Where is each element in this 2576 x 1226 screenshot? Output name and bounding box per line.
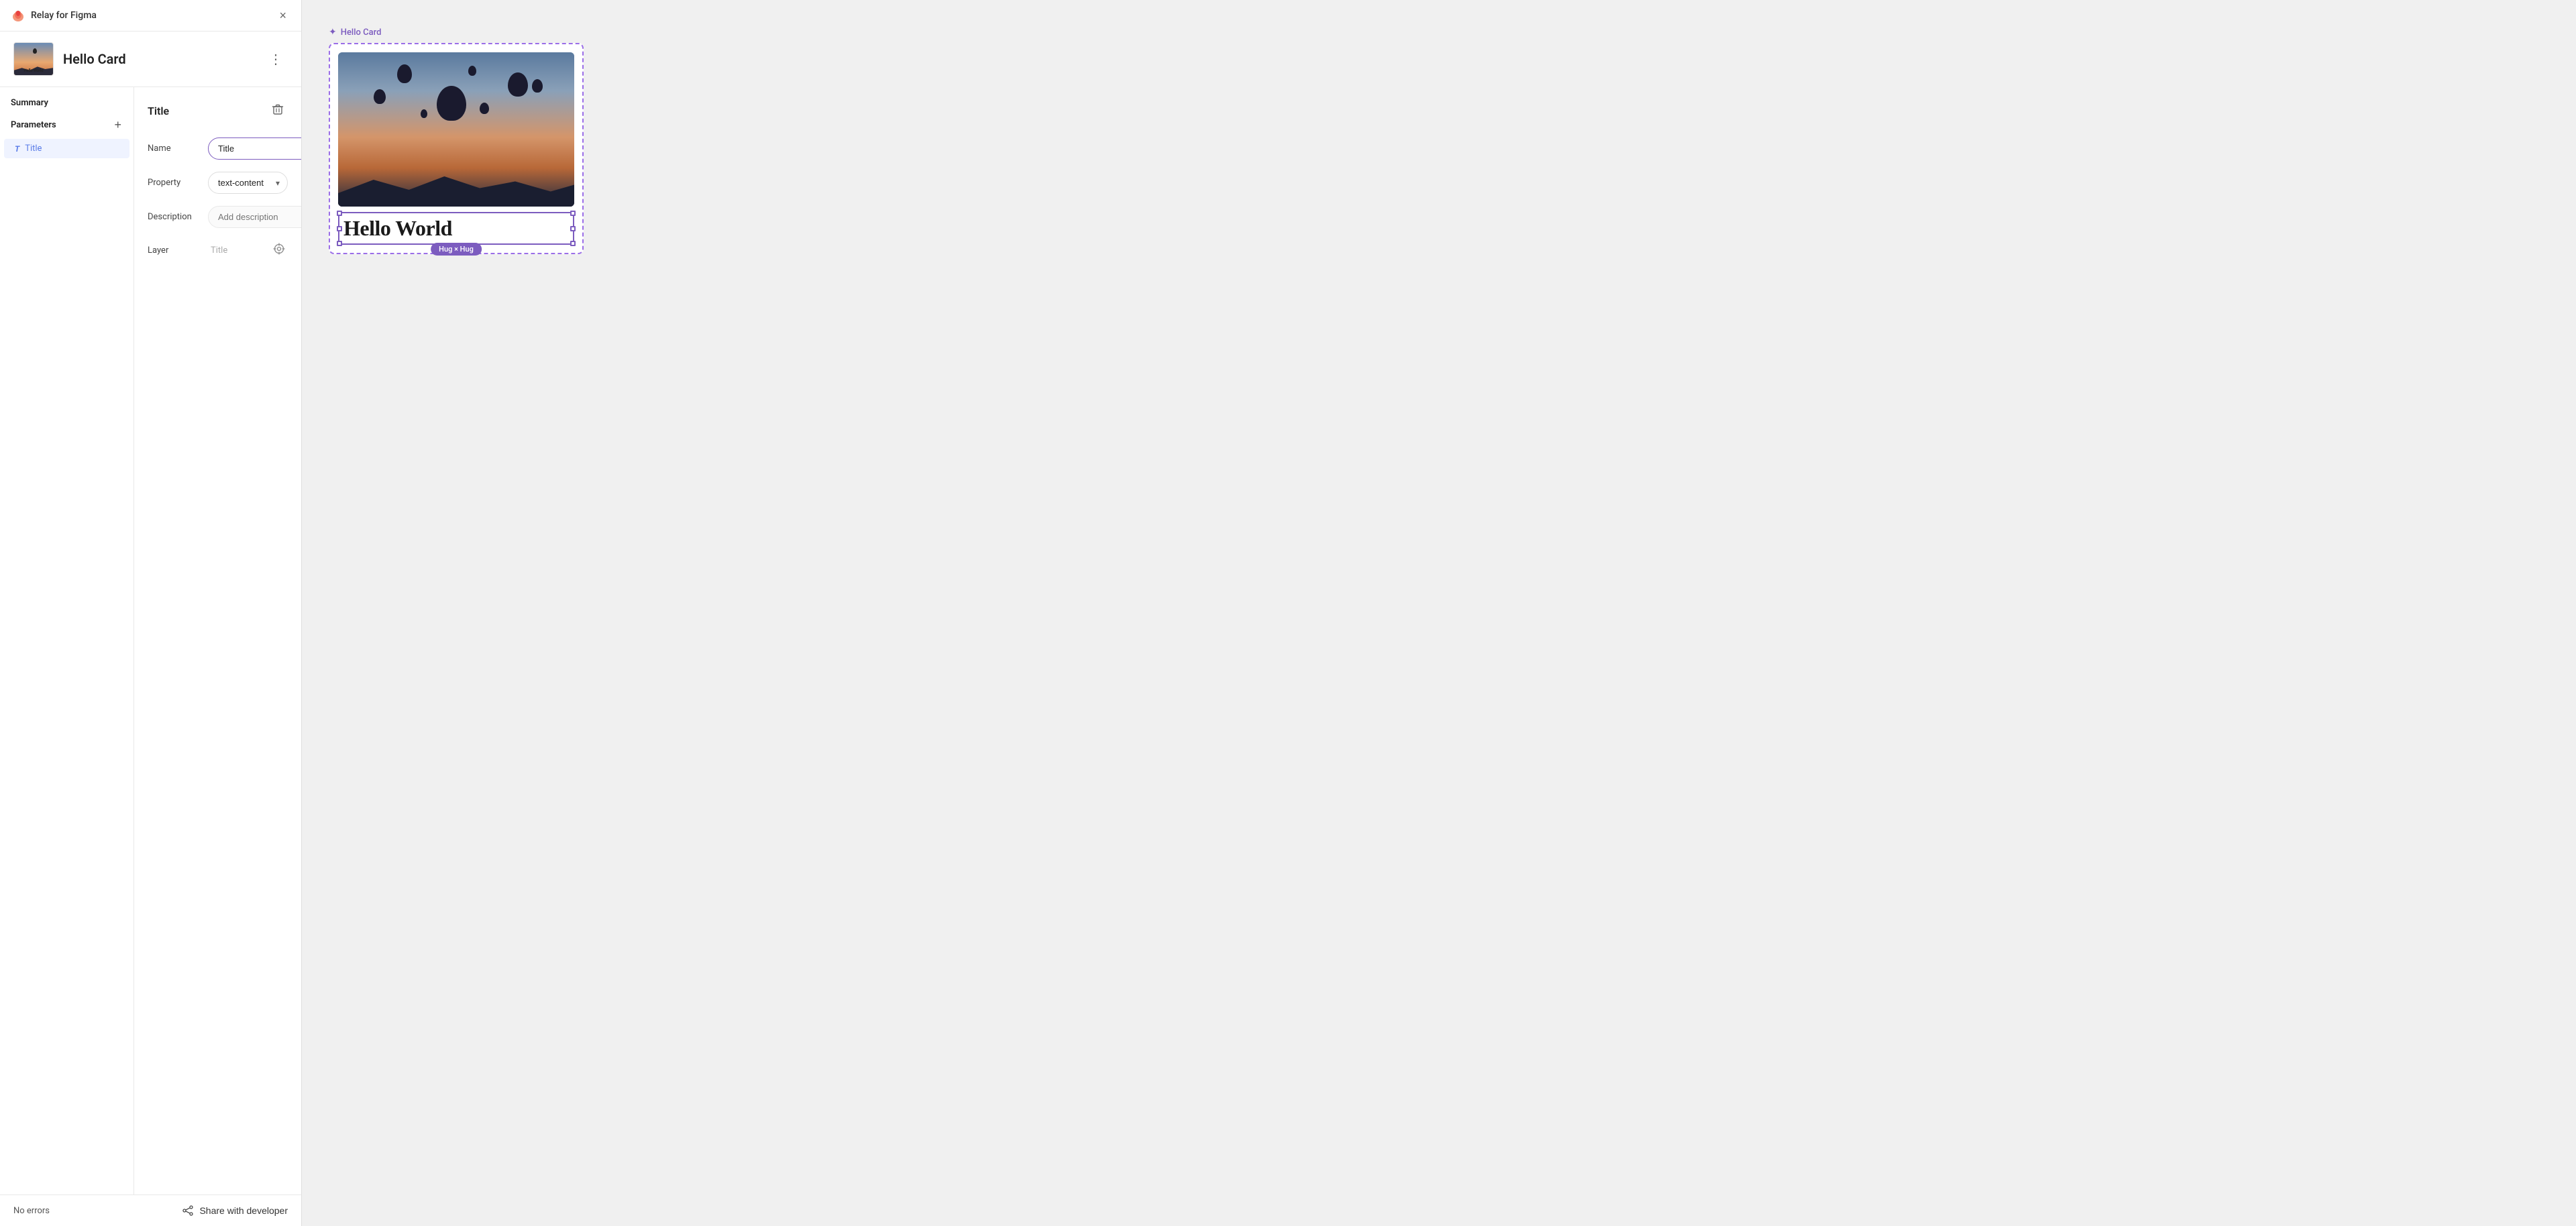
balloon-3: [397, 64, 412, 83]
balloon-2: [508, 72, 528, 97]
name-input[interactable]: [208, 137, 301, 160]
detail-panel: Title Name Property: [134, 87, 301, 1194]
handle-mid-left: [337, 226, 342, 231]
handle-mid-right: [570, 226, 576, 231]
handle-top-left: [337, 211, 342, 216]
close-button[interactable]: ×: [275, 8, 290, 23]
thumb-label: Hello World: [24, 68, 44, 73]
layer-value: Title: [208, 245, 270, 256]
share-label: Share with developer: [199, 1205, 288, 1216]
left-sidebar: Summary Parameters + T Title: [0, 87, 134, 1194]
card-title-text: Hello World: [343, 216, 452, 240]
thumb-balloon: [33, 48, 37, 54]
canvas-area: ✦ Hello Card: [302, 0, 2576, 1226]
component-title: Hello Card: [63, 51, 126, 67]
panel-header-left: Relay for Figma: [11, 8, 97, 23]
hug-badge: Hug × Hug: [431, 243, 482, 256]
description-label: Description: [148, 212, 208, 222]
balloon-1: [437, 86, 466, 121]
trash-icon: [272, 103, 284, 115]
share-button[interactable]: Share with developer: [182, 1205, 288, 1217]
card-title-area[interactable]: Hello World Hug × Hug: [338, 212, 574, 245]
canvas-component-label: ✦ Hello Card: [329, 27, 381, 38]
property-select-wrapper: text-content visible component ▾: [208, 172, 288, 194]
balloon-4: [374, 89, 386, 104]
canvas-card[interactable]: Hello World Hug × Hug: [329, 43, 584, 254]
parameters-section-header: Parameters +: [0, 119, 133, 139]
layer-field-row: Layer Title: [148, 240, 288, 261]
sidebar-item-label: Title: [25, 144, 42, 154]
relay-icon: [11, 8, 25, 23]
component-thumbnail: Hello World: [13, 42, 54, 76]
property-label: Property: [148, 178, 208, 188]
description-input[interactable]: [208, 206, 301, 228]
panel-footer: No errors Share with developer: [0, 1194, 301, 1226]
name-label: Name: [148, 144, 208, 154]
detail-header: Title: [148, 101, 288, 121]
component-icon: ✦: [329, 27, 337, 38]
property-field-row: Property text-content visible component …: [148, 172, 288, 194]
summary-link[interactable]: Summary: [0, 98, 133, 119]
add-parameter-button[interactable]: +: [113, 119, 123, 131]
name-field-row: Name: [148, 137, 288, 160]
more-options-button[interactable]: ⋮: [264, 48, 288, 70]
crosshair-icon: [273, 243, 285, 255]
balloon-5: [532, 79, 543, 93]
handle-top-right: [570, 211, 576, 216]
handle-bottom-left: [337, 241, 342, 246]
delete-button[interactable]: [268, 101, 288, 121]
target-layer-button[interactable]: [270, 240, 288, 261]
text-type-icon: T: [15, 144, 19, 154]
layer-label: Layer: [148, 245, 208, 256]
sidebar-item-title[interactable]: T Title: [4, 139, 129, 158]
share-icon: [182, 1205, 194, 1217]
handle-bottom-right: [570, 241, 576, 246]
canvas-component-wrapper: ✦ Hello Card: [329, 27, 584, 254]
component-header: Hello World Hello Card ⋮: [0, 32, 301, 87]
balloon-8: [421, 109, 427, 118]
card-image: [338, 52, 574, 207]
parameters-label: Parameters: [11, 120, 56, 130]
balloon-7: [468, 66, 476, 76]
app-name: Relay for Figma: [31, 10, 97, 21]
panel-header: Relay for Figma ×: [0, 0, 301, 32]
balloon-6: [480, 103, 489, 114]
component-left: Hello World Hello Card: [13, 42, 126, 76]
description-field-row: Description: [148, 206, 288, 228]
panel: Relay for Figma × Hello World Hello Card…: [0, 0, 302, 1226]
canvas-label-text: Hello Card: [341, 27, 382, 38]
panel-content: Summary Parameters + T Title Title: [0, 87, 301, 1194]
detail-title: Title: [148, 105, 169, 117]
no-errors-label: No errors: [13, 1206, 50, 1216]
property-select[interactable]: text-content visible component: [208, 172, 288, 194]
